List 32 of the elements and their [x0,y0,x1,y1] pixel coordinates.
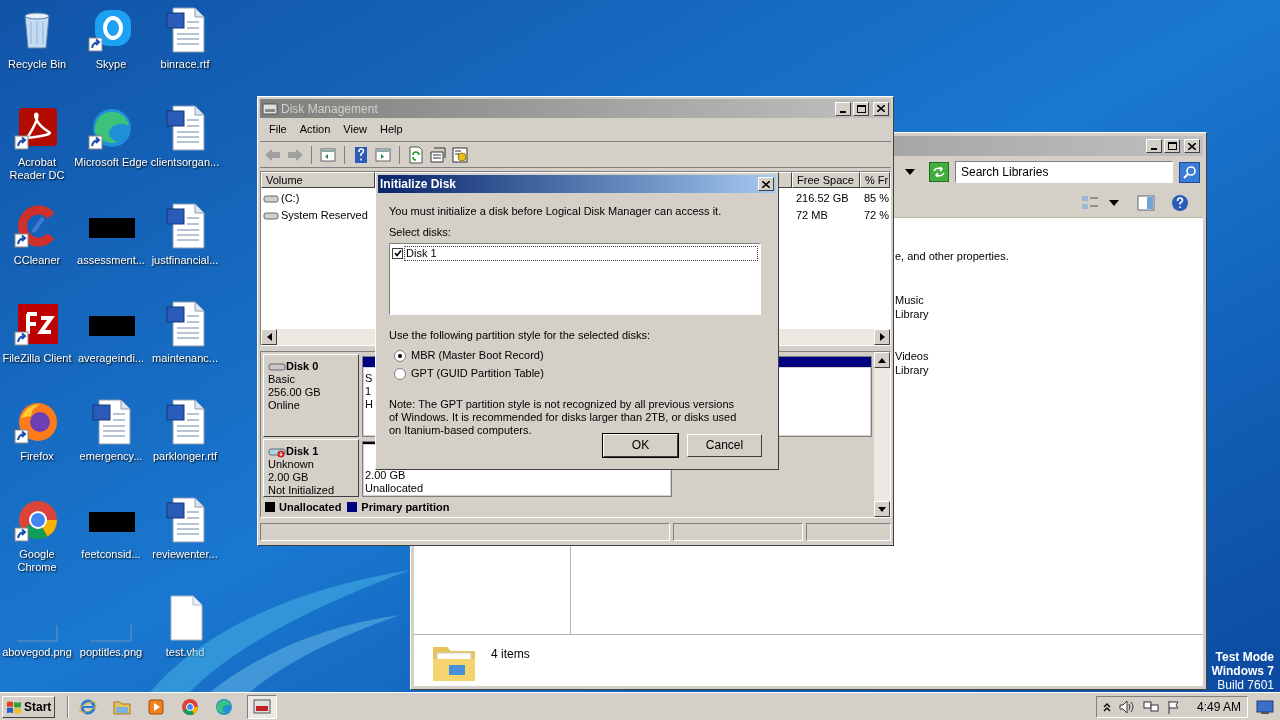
dialog-note: Note: The GPT partition style is not recognized by all previous versions of Windows. It is recommended for disks larger than 2TB, or disks used on Itanium-based computers. [389,398,738,437]
partition-style-label: Use the following partition style for the selected disks: [389,329,652,342]
disk-name: Disk 0 [286,360,319,373]
item-count: 4 items [491,646,530,663]
partition-detail: S [365,372,373,385]
disk-detail: 256.00 GB [268,386,322,399]
library-type: Library [895,362,930,377]
disk-detail: Unknown [268,458,315,471]
system-notice-text: Windows 7 [1211,664,1274,678]
disk-detail: Basic [268,373,296,386]
select-disks-label: Select disks: [389,226,452,239]
library-type: Library [895,306,930,321]
legend-label: Primary partition [361,499,450,515]
partition-detail: 1 [365,385,372,398]
partition-detail: H [365,398,373,411]
dialog-message: You must initialize a disk before Logical Disk Manager can access it. [389,205,723,218]
percent-free-cell-text: 72 % [863,208,890,224]
legend-label: Unallocated [279,499,342,515]
system-notice-text: Build 7601 [1217,678,1274,692]
free-space-cell-text: 216.52 GB [795,191,850,207]
system-notice-text: Test Mode [1215,650,1274,664]
partition-detail: 2.00 GB [365,469,406,482]
percent-free-cell-text: 85 % [863,191,890,207]
disk-name: Disk 1 [286,445,319,458]
disk-detail: 2.00 GB [268,471,310,484]
free-space-cell-text: 72 MB [795,208,829,224]
library-description: e, and other properties. [895,249,1010,264]
partition-detail: Unallocated [365,482,424,495]
dialog-title: Initialize Disk [380,176,457,193]
window-title: Disk Management [281,100,379,118]
disk-detail: Online [268,399,301,412]
disk-detail: Not Initialized [268,484,336,497]
